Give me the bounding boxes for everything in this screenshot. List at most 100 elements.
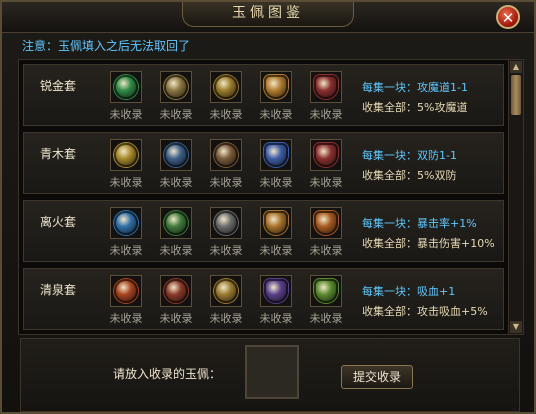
window-title: 玉佩图鉴: [182, 2, 354, 27]
blue-crest-jade-icon: [264, 143, 288, 167]
jade-status-label: 未收录: [209, 312, 243, 325]
jade-slot[interactable]: 未收录: [154, 275, 198, 326]
jade-slot[interactable]: 未收录: [154, 71, 198, 122]
full-set-bonus-value: 暴击伤害+10%: [417, 237, 495, 250]
jade-status-label: 未收录: [109, 244, 143, 257]
jade-frame: [110, 207, 142, 239]
jade-status-label: 未收录: [259, 108, 293, 121]
jade-status-label: 未收录: [309, 108, 343, 121]
set-name: 离火套: [40, 215, 77, 229]
bronze-dragon-jade-icon: [164, 75, 188, 99]
per-piece-bonus: 每集一块：双防1-1: [362, 147, 457, 163]
jade-status-label: 未收录: [309, 244, 343, 257]
scroll-thumb[interactable]: [511, 75, 521, 115]
jade-status-label: 未收录: [159, 108, 193, 121]
green-crest-jade-icon: [314, 279, 338, 303]
full-set-bonus-label: 收集全部：: [362, 237, 417, 250]
set-list[interactable]: ▲ ▼ 锐金套 未收录 未收录 未收录 未收录 未收录 每集一块：攻魔道1-1 收集全部：5%…: [18, 59, 524, 335]
jade-slot[interactable]: 未收录: [304, 139, 348, 190]
jade-slot[interactable]: 未收录: [204, 139, 248, 190]
set-name: 青木套: [40, 147, 77, 161]
set-name: 锐金套: [40, 79, 77, 93]
jade-slot[interactable]: 未收录: [254, 139, 298, 190]
jade-frame: [210, 207, 242, 239]
jade-frame: [110, 71, 142, 103]
blue-dragon-jade-icon: [164, 143, 188, 167]
jade-slot[interactable]: 未收录: [154, 139, 198, 190]
jade-status-label: 未收录: [209, 176, 243, 189]
jade-frame: [160, 275, 192, 307]
set-row: 锐金套 未收录 未收录 未收录 未收录 未收录 每集一块：攻魔道1-1 收集全部：5%攻魔道: [23, 64, 504, 126]
full-set-bonus-label: 收集全部：: [362, 169, 417, 182]
amber-crest-jade-icon: [264, 211, 288, 235]
jade-status-label: 未收录: [209, 244, 243, 257]
submit-panel: 请放入收录的玉佩： 提交收录: [20, 338, 520, 412]
jade-frame: [260, 207, 292, 239]
jade-slot[interactable]: 未收录: [104, 139, 148, 190]
jade-frame: [310, 207, 342, 239]
jade-frame: [310, 139, 342, 171]
per-piece-bonus-value: 攻魔道1-1: [417, 81, 468, 94]
jade-slot[interactable]: 未收录: [104, 275, 148, 326]
full-set-bonus-label: 收集全部：: [362, 101, 417, 114]
red-dragon-jade-icon: [114, 279, 138, 303]
per-piece-bonus-value: 双防1-1: [417, 149, 457, 162]
jade-collection-window: 玉佩图鉴 ✕ 注意：玉佩填入之后无法取回了 ▲ ▼ 锐金套 未收录 未收录 未收录 未收…: [0, 0, 536, 414]
per-piece-bonus-label: 每集一块：: [362, 285, 417, 298]
scroll-up-arrow-icon[interactable]: ▲: [510, 61, 522, 73]
jade-slot[interactable]: 未收录: [204, 207, 248, 258]
gold-round-jade-icon: [214, 279, 238, 303]
jade-slot[interactable]: 未收录: [254, 71, 298, 122]
per-piece-bonus: 每集一块：吸血+1: [362, 283, 455, 299]
full-set-bonus: 收集全部：5%双防: [362, 167, 456, 183]
jade-slot[interactable]: 未收录: [254, 207, 298, 258]
per-piece-bonus: 每集一块：暴击率+1%: [362, 215, 477, 231]
orange-crest-jade-icon: [314, 211, 338, 235]
jade-slot[interactable]: 未收录: [154, 207, 198, 258]
green-dragon-jade-icon: [164, 211, 188, 235]
full-set-bonus-value: 攻击吸血+5%: [417, 305, 488, 318]
submit-button[interactable]: 提交收录: [341, 365, 413, 389]
full-set-bonus: 收集全部：暴击伤害+10%: [362, 235, 495, 251]
jade-status-label: 未收录: [309, 176, 343, 189]
purple-crest-jade-icon: [264, 279, 288, 303]
jade-slot[interactable]: 未收录: [254, 275, 298, 326]
drop-label: 请放入收录的玉佩：: [113, 367, 222, 381]
phoenix-jade-icon: [214, 143, 238, 167]
scrollbar[interactable]: ▲ ▼: [508, 60, 523, 334]
red-crest-jade-icon: [314, 143, 338, 167]
close-button[interactable]: ✕: [496, 5, 520, 29]
jade-status-label: 未收录: [259, 244, 293, 257]
jade-status-label: 未收录: [109, 176, 143, 189]
jade-status-label: 未收录: [309, 312, 343, 325]
set-row: 离火套未收录 未收录 未收录 未收录 未收录 每集一块：暴击率+1% 收集全部：暴击伤害+1…: [23, 200, 504, 262]
jade-slot[interactable]: 未收录: [104, 207, 148, 258]
full-set-bonus: 收集全部：5%攻魔道: [362, 99, 467, 115]
per-piece-bonus-label: 每集一块：: [362, 149, 417, 162]
scroll-down-arrow-icon[interactable]: ▼: [510, 321, 522, 333]
full-set-bonus-label: 收集全部：: [362, 305, 417, 318]
per-piece-bonus-value: 暴击率+1%: [417, 217, 477, 230]
jade-frame: [160, 207, 192, 239]
jade-frame: [110, 139, 142, 171]
jade-status-label: 未收录: [259, 312, 293, 325]
jade-status-label: 未收录: [109, 312, 143, 325]
jade-frame: [210, 139, 242, 171]
full-set-bonus: 收集全部：攻击吸血+5%: [362, 303, 488, 319]
jade-slot[interactable]: 未收录: [204, 275, 248, 326]
jade-frame: [160, 139, 192, 171]
jade-slot[interactable]: 未收录: [304, 71, 348, 122]
crimson-crest-jade-icon: [314, 75, 338, 99]
jade-slot[interactable]: 未收录: [204, 71, 248, 122]
jade-slot[interactable]: 未收录: [104, 71, 148, 122]
jade-slot[interactable]: 未收录: [304, 275, 348, 326]
jade-drop-slot[interactable]: [245, 345, 299, 399]
jade-frame: [260, 139, 292, 171]
set-name: 清泉套: [40, 283, 77, 297]
jade-slot[interactable]: 未收录: [304, 207, 348, 258]
jade-status-label: 未收录: [159, 176, 193, 189]
jade-status-label: 未收录: [159, 244, 193, 257]
set-row: 青木套 未收录 未收录 未收录 未收录 未收录 每集一块：双防1-1 收集全部：5%双防: [23, 132, 504, 194]
jade-frame: [210, 275, 242, 307]
title-bar: 玉佩图鉴 ✕: [2, 2, 534, 33]
